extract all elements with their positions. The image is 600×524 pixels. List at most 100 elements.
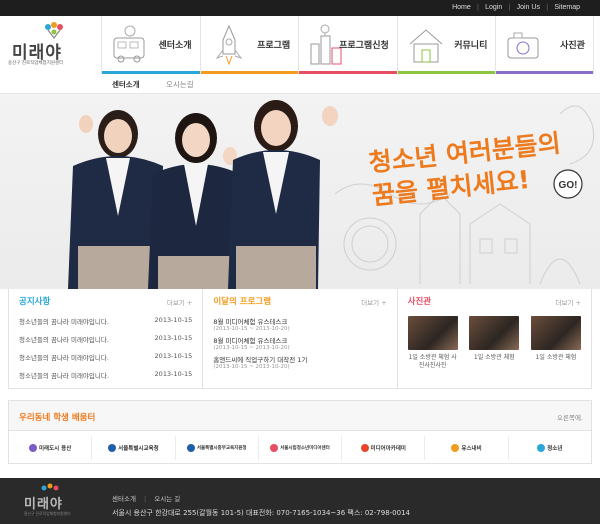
banner-name: 서울시립청소년미디어센터	[280, 446, 330, 451]
divider: |	[508, 3, 511, 11]
banner-logo-icon	[537, 444, 546, 452]
banner-logo-icon	[360, 444, 369, 452]
bus-illustration-icon	[113, 25, 145, 63]
gallery-more-link[interactable]: 더보기 +	[556, 297, 581, 307]
banner-item[interactable]: 서울특별시교육청	[92, 436, 176, 460]
notice-box: 공지사항 더보기 + 청소년들의 꿈나라 미래야입니다. 2013-10-15 …	[8, 289, 204, 389]
divider: |	[545, 3, 549, 11]
notice-text: 청소년들의 꿈나라 미래야입니다.	[19, 372, 109, 380]
nav-item-about[interactable]: 센터소개	[101, 16, 200, 74]
login-link[interactable]: Login	[485, 4, 502, 11]
notice-date: 2013-10-15	[154, 316, 193, 324]
banner-logo-icon	[29, 444, 37, 452]
nav-item-apply[interactable]: 프로그램신청	[298, 16, 397, 74]
gallery-box: 사진관 더보기 + 1일 소방관 체험 사진사진사진 1일 소방관 체험 1일 …	[397, 289, 592, 389]
footer-address: 서울시 용산구 한강대로 255(갈월동 101-5) 대표전화: 070-71…	[112, 509, 410, 517]
subnav-item-about[interactable]: 센터소개	[112, 79, 140, 90]
banner-name: 서울특별시교육청	[118, 446, 159, 452]
banner-name: 서울특별시중부교육지원청	[196, 446, 247, 451]
footer-link-directions[interactable]: 오시는 길	[154, 495, 180, 503]
photo-thumbnail	[530, 316, 581, 350]
photo-list: 1일 소방관 체험 사진사진사진 1일 소방관 체험 1일 소방관 체험	[407, 316, 581, 369]
footer-logo-text: 미래야	[24, 497, 63, 512]
join-link[interactable]: Join Us	[517, 4, 540, 11]
nav-item-community[interactable]: 커뮤니티	[396, 16, 496, 74]
rocket-illustration-icon	[215, 24, 242, 66]
banner-item[interactable]: 미디어아카데미	[342, 436, 426, 460]
banner-logo-icon	[186, 444, 195, 452]
notice-text: 청소년들의 꿈나라 미래야입니다.	[19, 318, 109, 326]
list-item[interactable]: 청소년들의 꿈나라 미래야입니다. 2013-10-15	[19, 352, 192, 362]
photo-item[interactable]: 1일 소방관 체험	[530, 316, 581, 369]
notice-text: 청소년들의 꿈나라 미래야입니다.	[19, 354, 109, 362]
program-more-link[interactable]: 더보기 +	[361, 297, 386, 307]
footer-logo-subtitle: 용산구 진로직업체험지원센터	[24, 511, 71, 516]
top-bar: Home | Login | Join Us | Sitemap	[0, 0, 600, 16]
list-item[interactable]: 홈앤드씨에 직업구하기 대작전 1기 (2013-10-15 ~ 2013-10…	[213, 354, 386, 370]
nav-item-program[interactable]: 프로그램	[199, 16, 299, 74]
notice-date: 2013-10-15	[154, 334, 193, 342]
banner-name: 청소년	[547, 446, 563, 452]
photo-caption: 1일 소방관 체험 사진사진사진	[408, 354, 457, 369]
nav-label: 프로그램신청	[339, 41, 389, 51]
program-name: 홈앤드씨에 직업구하기 대작전 1기	[213, 356, 308, 364]
banner-logo-icon	[108, 444, 117, 452]
nav-item-gallery[interactable]: 사진관	[495, 16, 594, 74]
program-name: 8월 미디어체험 유스테스크	[213, 337, 288, 345]
banner-item[interactable]: 미래도시 용산	[9, 436, 93, 460]
banner-list: 미래도시 용산 서울특별시교육청 서울특별시중부교육지원청 서울시립청소년미디어…	[9, 433, 591, 463]
home-link[interactable]: Home	[452, 4, 471, 11]
divider: |	[476, 3, 480, 11]
top-links: Home | Login | Join Us | Sitemap	[452, 3, 580, 11]
banner-name: 미래도시 용산	[39, 446, 72, 452]
banner-item[interactable]: 유스내비	[425, 436, 509, 460]
nav-label: 프로그램	[257, 41, 291, 51]
banner-item[interactable]: 서울시립청소년미디어센터	[259, 436, 343, 460]
sub-nav: 센터소개 오시는길	[0, 74, 600, 94]
divider: |	[144, 495, 147, 503]
nav-label: 센터소개	[158, 41, 192, 51]
house-illustration-icon	[409, 29, 443, 63]
list-item[interactable]: 청소년들의 꿈나라 미래야입니다. 2013-10-15	[19, 334, 192, 344]
related-links: 우리동네 학생 배움터 오른쪽에. 미래도시 용산 서울특별시교육청 서울특별시…	[8, 400, 592, 464]
notice-date: 2013-10-15	[154, 370, 193, 378]
program-box: 이달의 프로그램 더보기 + 8월 미디어체험 유스테스크 (2013-10-1…	[203, 289, 398, 389]
footer-logo: 미래야 용산구 진로직업체험지원센터	[24, 483, 84, 521]
program-date: (2013-10-15 ~ 2013-10-20)	[213, 364, 290, 370]
notice-more-link[interactable]: 더보기 +	[167, 297, 192, 307]
program-name: 8월 미디어체험 유스테스크	[213, 318, 288, 326]
banner-item[interactable]: 서울특별시중부교육지원청	[176, 436, 259, 460]
students-photo	[68, 100, 338, 289]
notice-text: 청소년들의 꿈나라 미래야입니다.	[19, 336, 109, 344]
sitemap-link[interactable]: Sitemap	[554, 4, 580, 11]
logo-subtitle: 용산구 진로직업체험지원센터	[8, 61, 64, 66]
photo-thumbnail	[407, 316, 458, 350]
camera-illustration-icon	[507, 32, 539, 59]
banner-item[interactable]: 청소년	[509, 436, 591, 460]
links-title: 우리동네 학생 배움터	[19, 413, 96, 423]
photo-caption: 1일 소방관 체험	[473, 354, 515, 361]
program-date: (2013-10-15 ~ 2013-10-20)	[213, 345, 290, 351]
footer-links: 센터소개 | 오시는 길	[112, 493, 180, 503]
footer: 미래야 용산구 진로직업체험지원센터 센터소개 | 오시는 길 서울시 용산구 …	[0, 478, 600, 524]
links-more-link[interactable]: 오른쪽에.	[557, 412, 583, 422]
photo-item[interactable]: 1일 소방관 체험	[469, 316, 520, 369]
nav-label: 커뮤니티	[454, 41, 488, 51]
site-logo[interactable]: 미래야 용산구 진로직업체험지원센터	[8, 22, 98, 70]
list-item[interactable]: 8월 미디어체험 유스테스크 (2013-10-15 ~ 2013-10-20)	[213, 316, 386, 332]
header: 미래야 용산구 진로직업체험지원센터 센터소개 프로그램 프로그램신청 커뮤니티…	[0, 16, 600, 74]
list-item[interactable]: 8월 미디어체험 유스테스크 (2013-10-15 ~ 2013-10-20)	[213, 335, 386, 351]
notice-date: 2013-10-15	[154, 352, 193, 360]
banner-name: 미디어아카데미	[370, 446, 406, 452]
banner-name: 유스내비	[461, 446, 482, 452]
list-item[interactable]: 청소년들의 꿈나라 미래야입니다. 2013-10-15	[19, 370, 192, 380]
footer-link-about[interactable]: 센터소개	[112, 495, 136, 503]
banner-logo-icon	[451, 444, 460, 452]
subnav-item-directions[interactable]: 오시는길	[166, 79, 194, 90]
banner-logo-icon	[270, 444, 279, 452]
nav-label: 사진관	[560, 41, 585, 51]
list-item[interactable]: 청소년들의 꿈나라 미래야입니다. 2013-10-15	[19, 316, 192, 326]
photo-item[interactable]: 1일 소방관 체험 사진사진사진	[407, 316, 458, 369]
hero-banner: GO! 청소년 여러분들의 꿈을 펼치세요!	[0, 94, 600, 289]
main-nav: 센터소개 프로그램 프로그램신청 커뮤니티 사진관	[101, 16, 594, 74]
